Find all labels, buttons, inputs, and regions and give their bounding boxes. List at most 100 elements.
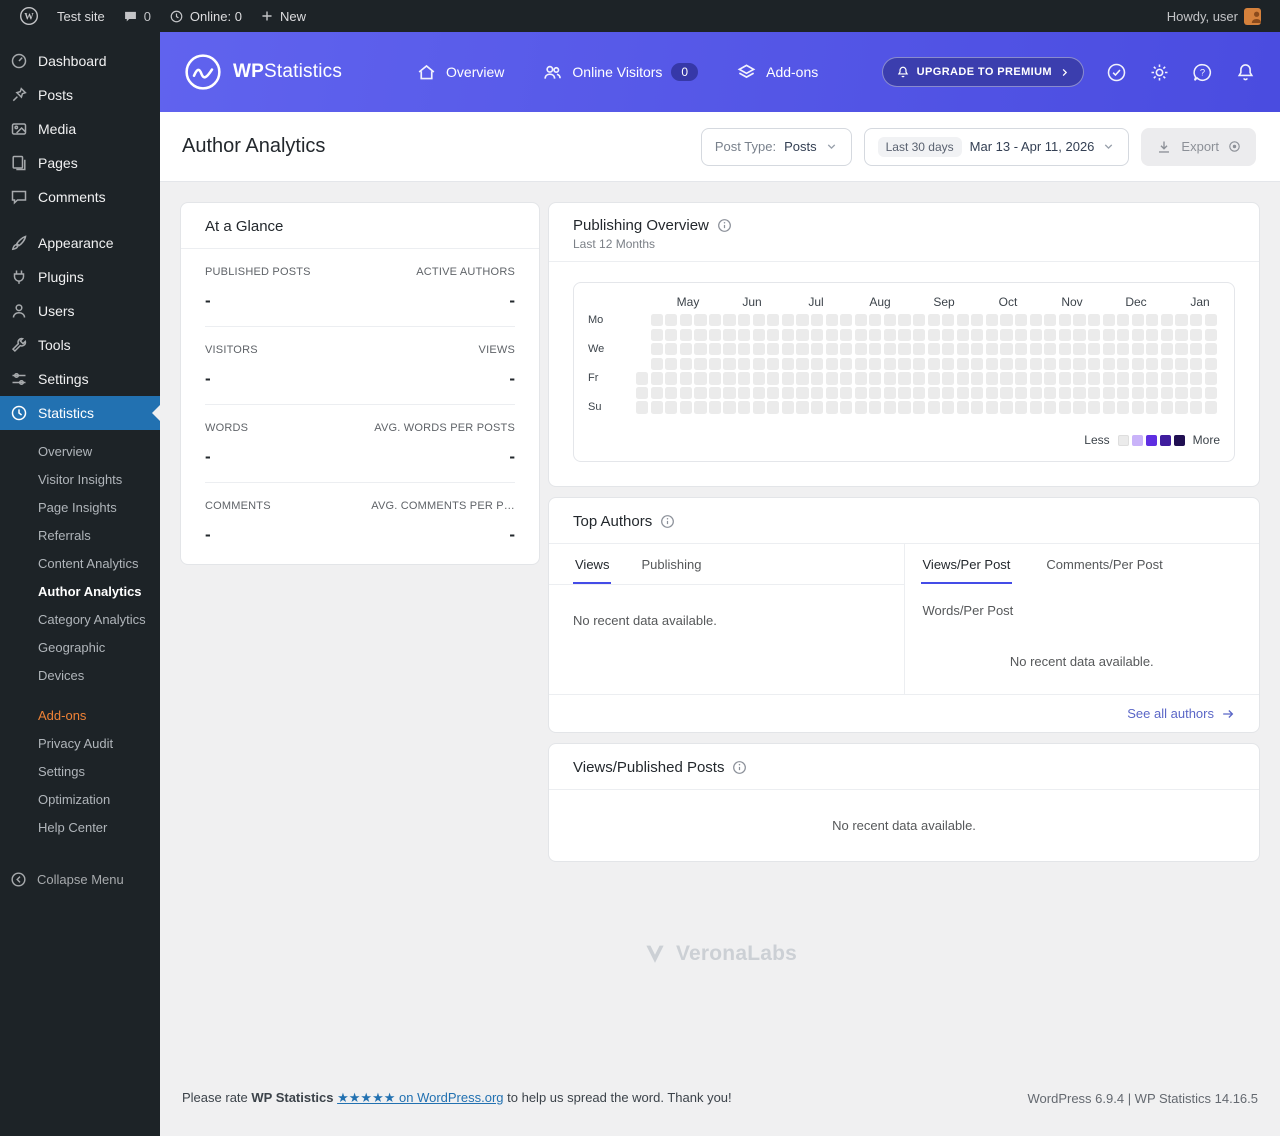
heatmap-cell [650, 357, 663, 370]
heatmap-cell [665, 372, 678, 385]
see-all-authors-link[interactable]: See all authors [1127, 706, 1235, 721]
heatmap-cell [840, 401, 853, 414]
sidebar-item-devices[interactable]: Devices [0, 662, 160, 690]
nav-add-ons-label: Add-ons [766, 64, 819, 80]
sidebar-item-users[interactable]: Users [0, 294, 160, 328]
tab-words-per-post[interactable]: Words/Per Post [921, 590, 1016, 630]
date-range-value: Mar 13 - Apr 11, 2026 [969, 139, 1095, 154]
metric-value: - [205, 291, 211, 310]
heatmap-cell [767, 372, 780, 385]
rate-link[interactable]: ★★★★★ on WordPress.org [337, 1090, 503, 1105]
wordpress-logo[interactable]: W [10, 0, 48, 32]
heatmap-cell [767, 343, 780, 356]
heatmap-cell [723, 386, 736, 400]
tab-views[interactable]: Views [573, 544, 612, 585]
sidebar-item-tools[interactable]: Tools [0, 328, 160, 362]
heatmap-cell [1073, 386, 1086, 400]
sidebar-item-appearance[interactable]: Appearance [0, 226, 160, 260]
site-name-link[interactable]: Test site [48, 0, 114, 32]
privacy-check-icon[interactable] [1106, 62, 1127, 83]
nav-overview[interactable]: Overview [416, 62, 504, 83]
sidebar-item-referrals[interactable]: Referrals [0, 522, 160, 550]
metric-active-authors: ACTIVE AUTHORS - [416, 266, 515, 311]
sidebar-item-help-center[interactable]: Help Center [0, 814, 160, 842]
heatmap-cell [1175, 343, 1188, 356]
sidebar-item-pages[interactable]: Pages [0, 146, 160, 180]
heatmap-cell [912, 357, 926, 370]
heatmap-month-label: Nov [1061, 295, 1083, 309]
online-indicator[interactable]: Online: 0 [160, 0, 251, 32]
help-icon[interactable]: ? [1192, 62, 1213, 83]
heatmap-cell [1029, 314, 1042, 327]
sidebar-item-overview[interactable]: Overview [0, 438, 160, 466]
heatmap-cell [796, 357, 809, 370]
heatmap-cell [708, 328, 722, 341]
export-button[interactable]: Export [1141, 127, 1256, 166]
nav-online-visitors[interactable]: Online Visitors 0 [542, 62, 699, 83]
sidebar-item-category-analytics[interactable]: Category Analytics [0, 606, 160, 634]
sidebar-item-privacy-audit[interactable]: Privacy Audit [0, 730, 160, 758]
glance-body: PUBLISHED POSTS - ACTIVE AUTHORS - VISITORS -… [181, 249, 539, 564]
comments-icon [10, 188, 28, 206]
wp-statistics-logo[interactable]: WPStatistics [184, 53, 342, 91]
sidebar-item-posts[interactable]: Posts [0, 78, 160, 112]
heatmap-cell [869, 343, 882, 356]
sidebar-item-plugins[interactable]: Plugins [0, 260, 160, 294]
page-footer: Please rate WP Statistics ★★★★★ on WordP… [180, 1082, 1260, 1116]
sidebar-item-optimization[interactable]: Optimization [0, 786, 160, 814]
nav-add-ons[interactable]: Add-ons [736, 62, 818, 83]
heatmap-cell [1175, 314, 1188, 327]
metric-label: ACTIVE AUTHORS [416, 266, 515, 278]
heatmap-cell [650, 401, 663, 414]
heatmap-cell [650, 328, 663, 341]
tab-publishing[interactable]: Publishing [639, 544, 703, 584]
heatmap-legend: Less More [588, 433, 1220, 447]
heatmap-cell [985, 343, 999, 356]
info-icon[interactable] [717, 218, 732, 233]
sidebar-item-visitor-insights[interactable]: Visitor Insights [0, 466, 160, 494]
sidebar-item-content-analytics[interactable]: Content Analytics [0, 550, 160, 578]
heatmap-cell [1204, 401, 1217, 414]
howdy-menu[interactable]: Howdy, user [1158, 0, 1270, 32]
comment-bubble-icon [124, 11, 136, 21]
heatmap-cell [985, 401, 999, 414]
heatmap-cell [665, 343, 678, 356]
export-label: Export [1181, 139, 1219, 154]
gear-icon[interactable] [1149, 62, 1170, 83]
sidebar-item-page-insights[interactable]: Page Insights [0, 494, 160, 522]
sidebar-item-dashboard[interactable]: Dashboard [0, 44, 160, 78]
comments-indicator[interactable]: 0 [114, 0, 160, 32]
sidebar-item-comments[interactable]: Comments [0, 180, 160, 214]
tab-views-per-post[interactable]: Views/Per Post [920, 544, 1013, 585]
new-content-button[interactable]: New [251, 0, 315, 32]
sidebar-item-label: Users [38, 303, 75, 319]
info-icon[interactable] [732, 760, 747, 775]
heatmap-cell [1000, 314, 1013, 327]
collapse-arrow-icon [11, 872, 26, 887]
date-range-picker[interactable]: Last 30 days Mar 13 - Apr 11, 2026 [863, 127, 1130, 166]
sidebar-item-label: Pages [38, 155, 78, 171]
tab-comments-per-post[interactable]: Comments/Per Post [1044, 544, 1164, 584]
heatmap-cell [1058, 314, 1071, 327]
sidebar-item-settings[interactable]: Settings [0, 362, 160, 396]
post-type-dropdown[interactable]: Post Type: Posts [700, 127, 852, 166]
heatmap-cell [723, 328, 736, 341]
heatmap-month-label: Oct [998, 295, 1018, 309]
sidebar-item-media[interactable]: Media [0, 112, 160, 146]
info-icon[interactable] [660, 514, 675, 529]
clock-icon [170, 10, 183, 22]
sidebar-item-add-ons[interactable]: Add-ons [0, 702, 160, 730]
collapse-menu-button[interactable]: Collapse Menu [0, 862, 160, 897]
howdy-text: Howdy, user [1166, 8, 1238, 24]
nav-overview-label: Overview [446, 64, 505, 80]
sidebar-item-geographic[interactable]: Geographic [0, 634, 160, 662]
nav-online-visitors-label: Online Visitors [572, 64, 663, 80]
bell-icon[interactable] [1235, 62, 1256, 83]
rate-plugin-name: WP Statistics [251, 1090, 338, 1105]
top-authors-title: Top Authors [573, 513, 653, 531]
upgrade-to-premium-button[interactable]: UPGRADE TO PREMIUM [881, 57, 1084, 87]
heatmap-cell [738, 401, 751, 414]
sidebar-item-author-analytics[interactable]: Author Analytics [0, 578, 160, 606]
sidebar-item-statistics[interactable]: Statistics [0, 396, 160, 430]
sidebar-item-settings[interactable]: Settings [0, 758, 160, 786]
